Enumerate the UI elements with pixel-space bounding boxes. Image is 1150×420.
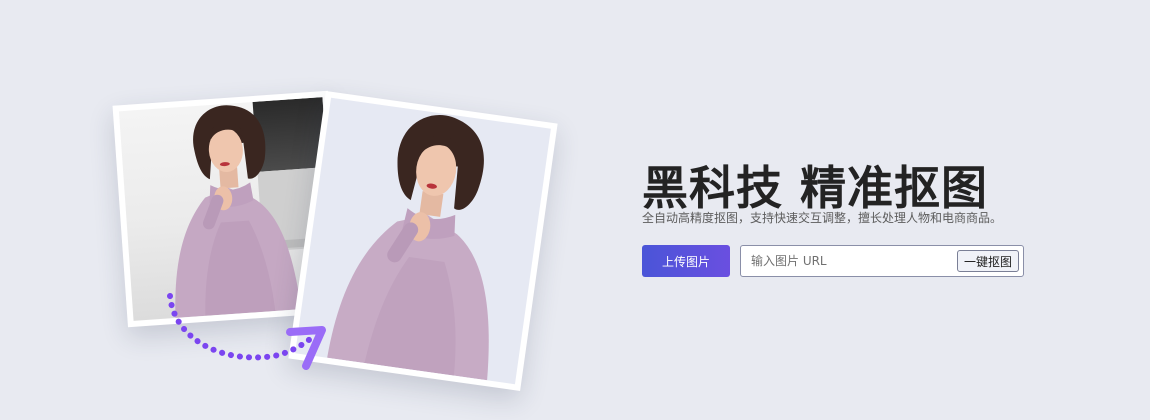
hero-content: 黑科技 精准抠图 全自动高精度抠图，支持快速交互调整，擅长处理人物和电商商品。 … — [642, 164, 1042, 277]
hero-subtitle: 全自动高精度抠图，支持快速交互调整，擅长处理人物和电商商品。 — [642, 211, 1003, 225]
hero-actions: 上传图片 一键抠图 — [642, 245, 1042, 277]
upload-image-button[interactable]: 上传图片 — [642, 245, 730, 277]
hero-illustration — [0, 0, 600, 420]
hero-title: 黑科技 精准抠图 — [642, 161, 989, 215]
image-url-input[interactable] — [751, 254, 931, 268]
url-input-group: 一键抠图 — [740, 245, 1024, 277]
one-click-cutout-button[interactable]: 一键抠图 — [956, 250, 1019, 272]
curved-dotted-arrow-icon — [167, 293, 326, 370]
